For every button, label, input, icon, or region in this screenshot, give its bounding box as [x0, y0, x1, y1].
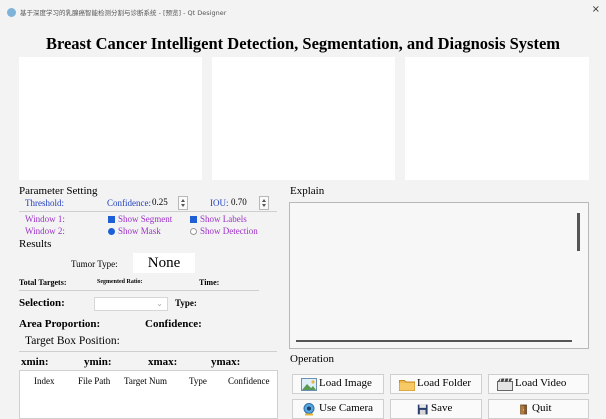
load-folder-button[interactable]: Load Folder: [390, 374, 482, 394]
type-label: Type:: [175, 298, 197, 308]
title-bar: 基于深度学习的乳腺癌智能检测分割与诊断系统 - [预览] - Qt Design…: [0, 0, 606, 28]
show-detection-label: Show Detection: [200, 226, 258, 236]
window1-label: Window 1:: [25, 214, 65, 224]
results-table[interactable]: Index File Path Target Num Type Confiden…: [19, 370, 278, 419]
display-panel-detection: [405, 57, 589, 180]
load-image-label: Load Image: [319, 377, 372, 389]
parameter-setting-title: Parameter Setting: [19, 185, 98, 197]
load-folder-label: Load Folder: [417, 377, 472, 389]
show-labels-label: Show Labels: [200, 214, 247, 224]
quit-label: Quit: [532, 402, 552, 414]
confidence-spinbox-arrows[interactable]: [178, 196, 188, 210]
iou-spinbox-arrows[interactable]: [259, 196, 269, 210]
total-targets-label: Total Targets:: [19, 278, 67, 287]
parameter-separator: [19, 211, 277, 212]
table-header-target-num[interactable]: Target Num: [124, 376, 167, 386]
spin-down-icon[interactable]: [262, 204, 266, 207]
spin-down-icon[interactable]: [181, 204, 185, 207]
iou-spinbox-value: 0.70: [231, 197, 247, 207]
explain-text-area[interactable]: [289, 202, 589, 349]
display-panel-original: [19, 57, 202, 180]
spin-up-icon[interactable]: [262, 199, 266, 202]
operation-title: Operation: [290, 353, 334, 365]
image-icon: [301, 378, 317, 391]
xmax-label: xmax:: [148, 356, 178, 368]
ymin-label: ymin:: [84, 356, 112, 368]
checkbox-checked-icon: [190, 216, 197, 223]
target-box-title: Target Box Position:: [25, 335, 120, 347]
load-video-button[interactable]: Load Video: [488, 374, 589, 394]
camera-icon: [303, 403, 315, 416]
save-icon: [417, 404, 428, 415]
selection-combobox[interactable]: ⌄: [94, 297, 168, 311]
iou-spinbox[interactable]: 0.70: [231, 196, 271, 210]
use-camera-label: Use Camera: [319, 402, 374, 414]
area-proportion-label: Area Proportion:: [19, 318, 101, 330]
show-mask-label: Show Mask: [118, 226, 161, 236]
confidence-spinbox[interactable]: 0.25: [152, 196, 190, 210]
radio-selected-icon: [108, 228, 115, 235]
iou-label: IOU:: [210, 198, 229, 208]
confidence-threshold-label: Confidence:: [107, 198, 151, 208]
use-camera-button[interactable]: Use Camera: [292, 399, 384, 419]
load-image-button[interactable]: Load Image: [292, 374, 384, 394]
ymax-label: ymax:: [211, 356, 241, 368]
window2-label: Window 2:: [25, 226, 65, 236]
save-button[interactable]: Save: [390, 399, 482, 419]
radio-unselected-icon: [190, 228, 197, 235]
quit-button[interactable]: Quit: [488, 399, 589, 419]
main-title: Breast Cancer Intelligent Detection, Seg…: [45, 34, 561, 53]
table-header-confidence[interactable]: Confidence: [228, 376, 269, 386]
tumor-type-value: None: [133, 253, 195, 273]
spin-up-icon[interactable]: [181, 199, 185, 202]
threshold-label: Threshold:: [25, 198, 64, 208]
confidence-result-label: Confidence:: [145, 318, 202, 330]
show-detection-radio[interactable]: Show Detection: [190, 226, 258, 236]
selection-label: Selection:: [19, 297, 65, 309]
segmented-ratio-label: Segmented Ratio:: [97, 279, 143, 285]
vertical-scrollbar[interactable]: [577, 213, 580, 251]
show-segment-label: Show Segment: [118, 214, 173, 224]
tumor-type-label: Tumor Type:: [71, 259, 118, 269]
load-video-label: Load Video: [515, 377, 567, 389]
show-labels-checkbox[interactable]: Show Labels: [190, 214, 247, 224]
table-header-file-path[interactable]: File Path: [78, 376, 110, 386]
results-separator: [19, 290, 259, 291]
xmin-label: xmin:: [21, 356, 49, 368]
checkbox-checked-icon: [108, 216, 115, 223]
show-mask-radio[interactable]: Show Mask: [108, 226, 161, 236]
results-title: Results: [19, 238, 52, 250]
explain-title: Explain: [290, 185, 325, 197]
quit-icon: [520, 404, 527, 415]
horizontal-scrollbar[interactable]: [296, 340, 572, 342]
chevron-down-icon: ⌄: [156, 299, 163, 308]
window-title: 基于深度学习的乳腺癌智能检测分割与诊断系统 - [预览] - Qt Design…: [20, 9, 227, 17]
table-header-index[interactable]: Index: [34, 376, 55, 386]
time-label: Time:: [199, 278, 220, 287]
video-icon: [497, 378, 513, 391]
target-box-separator: [19, 351, 277, 352]
confidence-spinbox-value: 0.25: [152, 197, 168, 207]
folder-icon: [399, 380, 415, 391]
save-label: Save: [431, 402, 453, 414]
display-panel-segment: [212, 57, 395, 180]
app-icon: [7, 8, 16, 17]
close-button[interactable]: ×: [592, 4, 600, 15]
table-header-type[interactable]: Type: [189, 376, 207, 386]
show-segment-checkbox[interactable]: Show Segment: [108, 214, 172, 224]
